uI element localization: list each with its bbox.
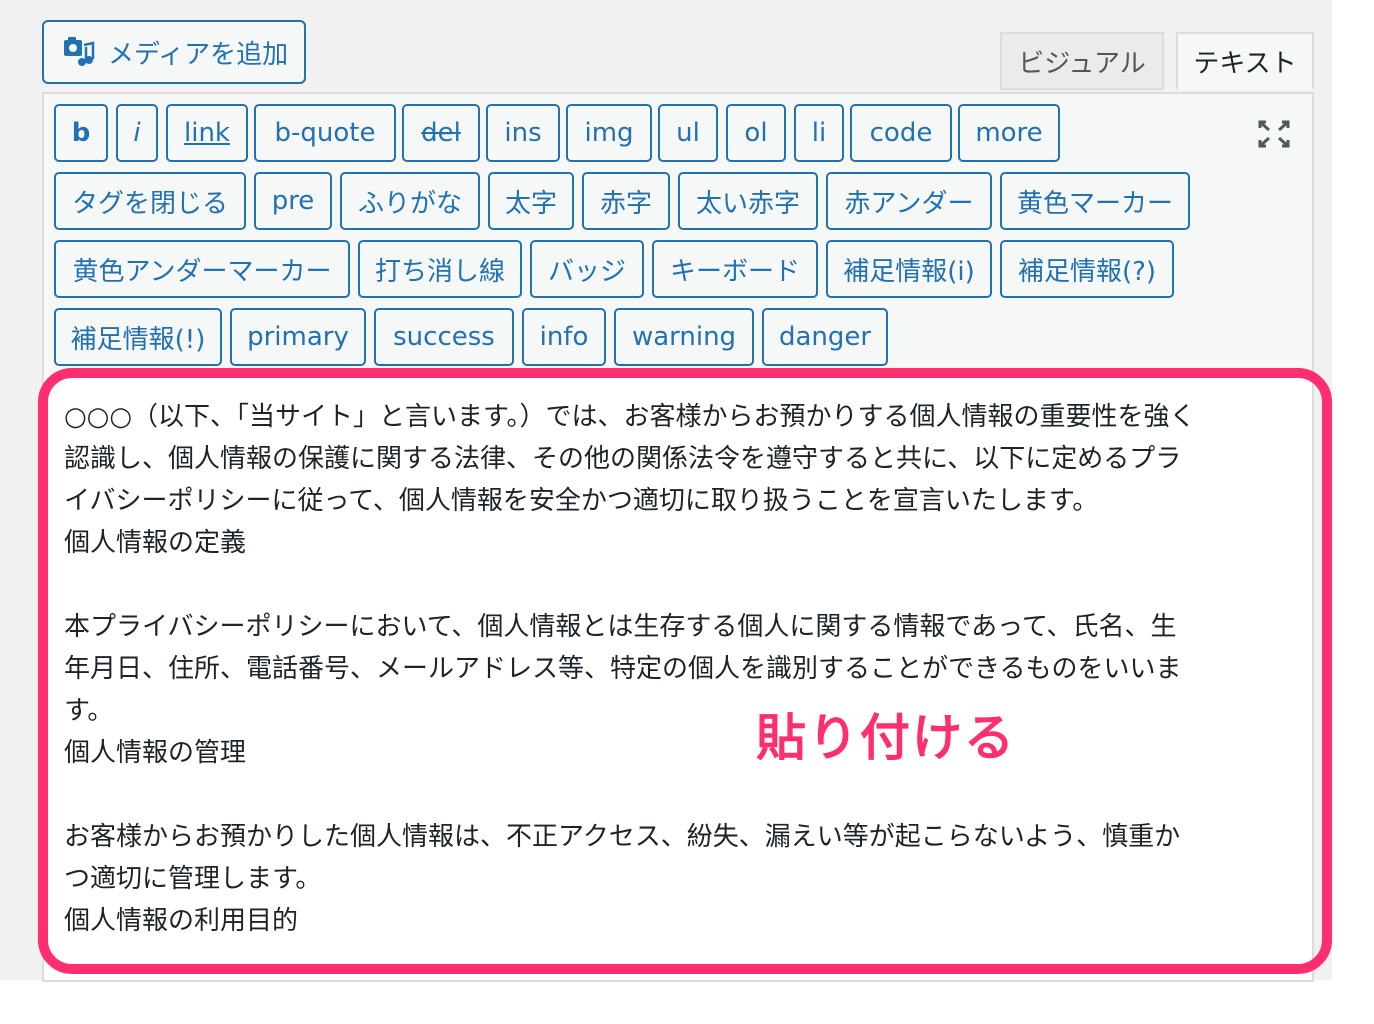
- quicktag-keyboard-button[interactable]: キーボード: [652, 240, 818, 298]
- quicktag-code-button[interactable]: code: [850, 104, 952, 162]
- quicktag-close-tags-button[interactable]: タグを閉じる: [54, 172, 246, 230]
- fullscreen-icon[interactable]: [1254, 114, 1294, 154]
- content-line: す。: [64, 696, 114, 726]
- quicktag-link-button[interactable]: link: [166, 104, 248, 162]
- annotation-label: 貼り付ける: [756, 709, 1016, 767]
- content-blank-line: [64, 564, 1294, 606]
- quicktag-warning-button[interactable]: warning: [614, 308, 754, 366]
- quicktag-badge-button[interactable]: バッジ: [530, 240, 644, 298]
- content-line: 個人情報の定義: [64, 528, 247, 558]
- quicktag-info-exclaim-button[interactable]: 補足情報(!): [54, 308, 222, 366]
- quicktag-bquote-button[interactable]: b-quote: [254, 104, 396, 162]
- quicktag-more-button[interactable]: more: [958, 104, 1060, 162]
- media-icon: [62, 37, 96, 67]
- content-blank-line: [64, 774, 1294, 816]
- quicktag-ins-button[interactable]: ins: [486, 104, 560, 162]
- content-line: 認識し、個人情報の保護に関する法律、その他の関係法令を遵守すると共に、以下に定め…: [64, 444, 1182, 474]
- quicktag-furigana-button[interactable]: ふりがな: [340, 172, 480, 230]
- content-line: ○○○（以下、「当サイト」と言います。）では、お客様からお預かりする個人情報の重…: [64, 402, 1196, 432]
- quicktag-strikethrough-button[interactable]: 打ち消し線: [358, 240, 522, 298]
- quicktag-info-i-button[interactable]: 補足情報(i): [826, 240, 992, 298]
- quicktag-info-button[interactable]: info: [522, 308, 606, 366]
- quicktag-del-button[interactable]: del: [402, 104, 480, 162]
- quicktag-success-button[interactable]: success: [374, 308, 514, 366]
- quicktag-bold-red-button[interactable]: 太い赤字: [678, 172, 818, 230]
- add-media-button[interactable]: メディアを追加: [42, 20, 306, 84]
- quicktag-bold-button[interactable]: b: [54, 104, 108, 162]
- quicktag-red-button[interactable]: 赤字: [582, 172, 670, 230]
- quicktag-ul-button[interactable]: ul: [658, 104, 718, 162]
- content-line: つ適切に管理します。: [64, 864, 322, 894]
- quicktag-italic-button[interactable]: i: [116, 104, 158, 162]
- content-line: イバシーポリシーに従って、個人情報を安全かつ適切に取り扱うことを宣言いたします。: [64, 486, 1099, 516]
- quicktag-li-button[interactable]: li: [794, 104, 844, 162]
- quicktag-bold-jp-button[interactable]: 太字: [488, 172, 574, 230]
- quicktag-yellow-marker-button[interactable]: 黄色マーカー: [1000, 172, 1190, 230]
- quicktag-pre-button[interactable]: pre: [254, 172, 332, 230]
- content-line: 個人情報の管理: [64, 738, 247, 768]
- add-media-label: メディアを追加: [108, 39, 289, 70]
- tab-text[interactable]: テキスト: [1176, 32, 1314, 90]
- quicktag-ol-button[interactable]: ol: [726, 104, 786, 162]
- quicktag-info-question-button[interactable]: 補足情報(?): [1000, 240, 1174, 298]
- tab-visual[interactable]: ビジュアル: [1000, 32, 1164, 90]
- editor-content: ○○○（以下、「当サイト」と言います。）では、お客様からお預かりする個人情報の重…: [64, 396, 1294, 942]
- quicktag-yellow-underline-marker-button[interactable]: 黄色アンダーマーカー: [54, 240, 350, 298]
- quicktag-red-underline-button[interactable]: 赤アンダー: [826, 172, 992, 230]
- quicktag-primary-button[interactable]: primary: [230, 308, 366, 366]
- quicktag-danger-button[interactable]: danger: [762, 308, 888, 366]
- content-line: 本プライバシーポリシーにおいて、個人情報とは生存する個人に関する情報であって、氏…: [64, 612, 1177, 642]
- quicktag-img-button[interactable]: img: [566, 104, 652, 162]
- content-line: 年月日、住所、電話番号、メールアドレス等、特定の個人を識別することができるものを…: [64, 654, 1182, 684]
- content-line: 個人情報の利用目的: [64, 906, 299, 936]
- content-line: お客様からお預かりした個人情報は、不正アクセス、紛失、漏えい等が起こらないよう、…: [64, 822, 1181, 852]
